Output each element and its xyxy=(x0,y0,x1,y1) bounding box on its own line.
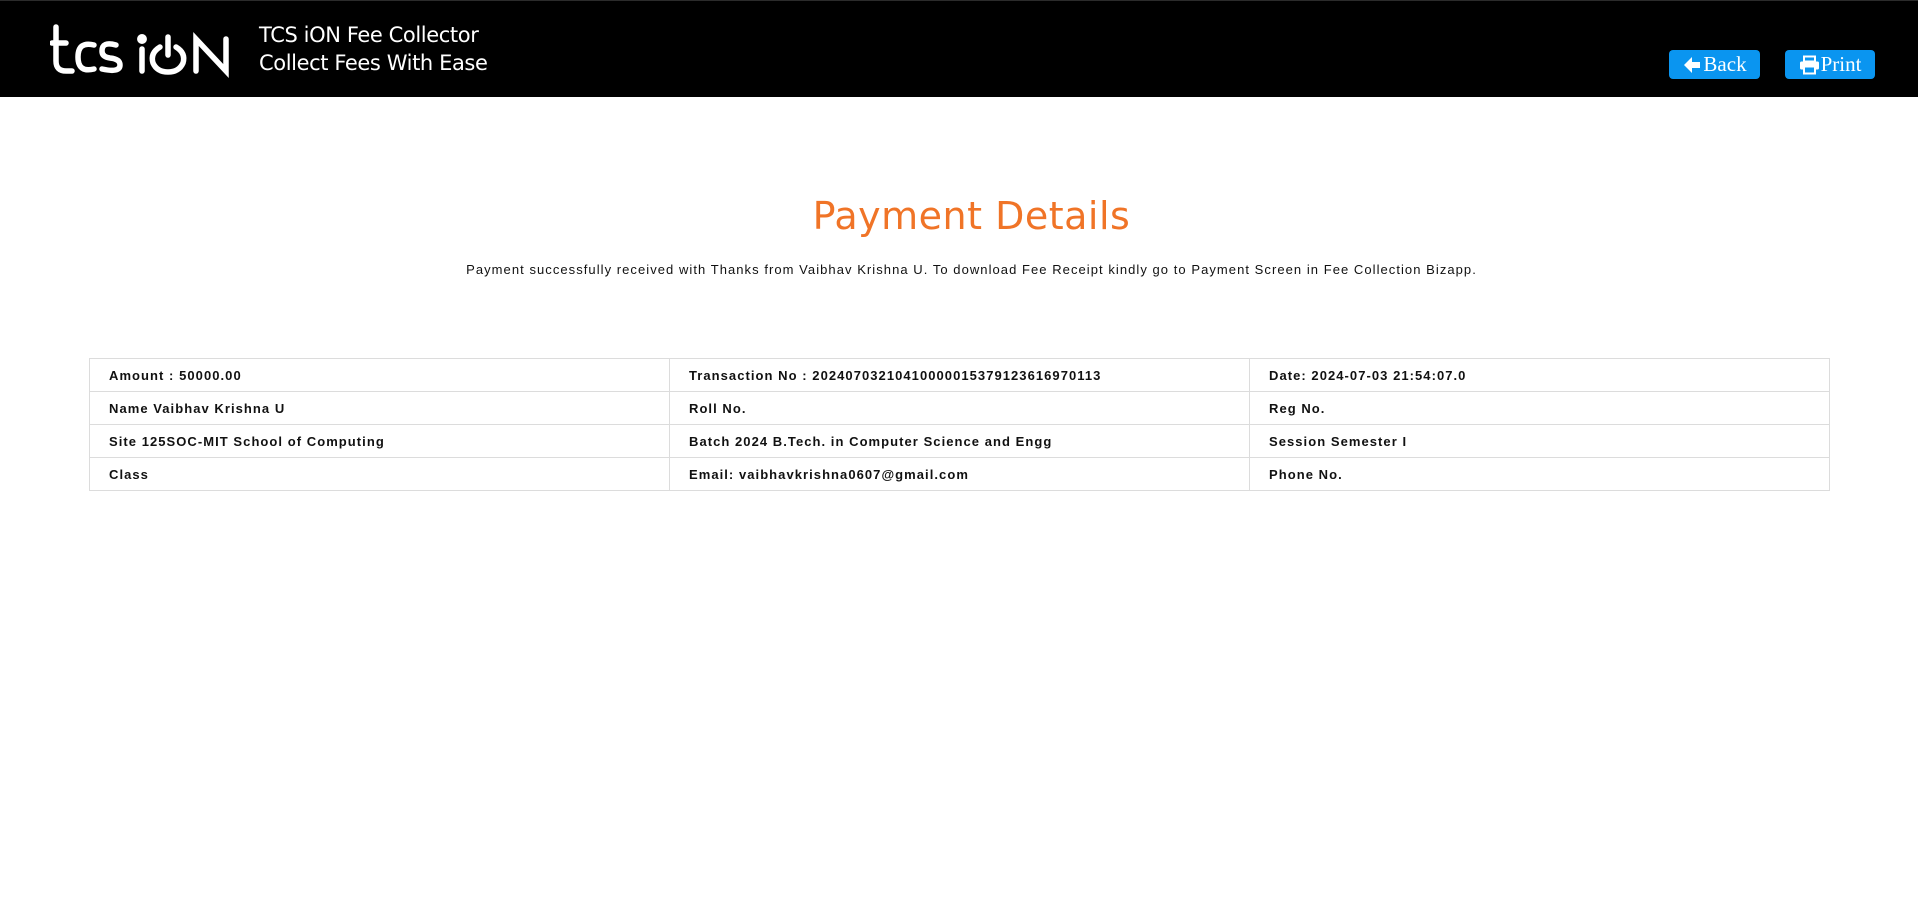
app-header: TCS iON Fee Collector Collect Fees With … xyxy=(0,0,1918,97)
table-row: Name Vaibhav Krishna U Roll No. Reg No. xyxy=(89,391,1830,425)
roll-no-cell: Roll No. xyxy=(669,391,1250,425)
page-title: Payment Details xyxy=(812,194,1131,238)
printer-icon xyxy=(1799,55,1821,75)
print-button[interactable]: Print xyxy=(1785,50,1875,79)
back-button[interactable]: Back xyxy=(1669,50,1760,79)
site-cell: Site 125SOC-MIT School of Computing xyxy=(89,424,670,458)
payment-details-table: Amount : 50000.00 Transaction No : 20240… xyxy=(89,358,1830,491)
name-cell: Name Vaibhav Krishna U xyxy=(89,391,670,425)
table-row: Class Email: vaibhavkrishna0607@gmail.co… xyxy=(89,457,1830,491)
table-row: Site 125SOC-MIT School of Computing Batc… xyxy=(89,424,1830,458)
brand-title: TCS iON Fee Collector xyxy=(259,23,479,47)
tcs-ion-logo[interactable] xyxy=(49,21,235,81)
batch-cell: Batch 2024 B.Tech. in Computer Science a… xyxy=(669,424,1250,458)
transaction-no-cell: Transaction No : 20240703210410000015379… xyxy=(669,358,1250,392)
session-cell: Session Semester I xyxy=(1249,424,1830,458)
success-message: Payment successfully received with Thank… xyxy=(466,262,1477,277)
brand-tagline: Collect Fees With Ease xyxy=(259,51,488,75)
table-row: Amount : 50000.00 Transaction No : 20240… xyxy=(89,358,1830,392)
reg-no-cell: Reg No. xyxy=(1249,391,1830,425)
arrow-left-icon xyxy=(1682,55,1703,75)
print-button-label: Print xyxy=(1820,52,1862,76)
phone-no-cell: Phone No. xyxy=(1249,457,1830,491)
back-button-label: Back xyxy=(1703,52,1747,76)
class-cell: Class xyxy=(89,457,670,491)
date-cell: Date: 2024-07-03 21:54:07.0 xyxy=(1249,358,1830,392)
brand-text: TCS iON Fee Collector Collect Fees With … xyxy=(259,21,488,77)
email-cell: Email: vaibhavkrishna0607@gmail.com xyxy=(669,457,1250,491)
amount-cell: Amount : 50000.00 xyxy=(89,358,670,392)
